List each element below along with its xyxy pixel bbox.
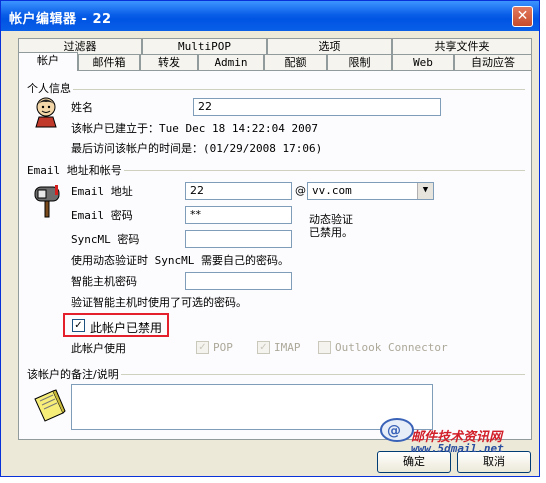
email-password-input[interactable]: ** — [185, 206, 292, 224]
smarthost-password-input[interactable] — [185, 272, 292, 290]
tab-options[interactable]: 选项 — [267, 38, 392, 55]
watermark-url: www.5dmail.net — [411, 442, 504, 455]
imap-label: IMAP — [274, 341, 301, 354]
mailbox-icon — [34, 185, 60, 218]
tab-quota[interactable]: 配额 — [264, 54, 327, 71]
tab-forwarding[interactable]: 转发 — [140, 54, 198, 71]
note-icon — [34, 389, 66, 422]
syncml-note: 使用动态验证时 SyncML 需要自己的密码。 — [71, 254, 289, 267]
usage-label: 此帐户使用 — [71, 342, 126, 355]
title-bar: 帐户编辑器 - 22 ✕ — [1, 1, 539, 31]
person-icon — [35, 97, 57, 128]
tab-mailbox[interactable]: 邮件箱 — [78, 54, 140, 71]
syncml-password-input[interactable] — [185, 230, 292, 248]
close-button[interactable]: ✕ — [512, 6, 533, 27]
personal-group-label: 个人信息 — [25, 80, 73, 96]
email-group-label: Email 地址和帐号 — [25, 162, 124, 178]
tab-shared-folders[interactable]: 共享文件夹 — [392, 38, 532, 55]
outlook-connector-checkbox[interactable] — [318, 341, 331, 354]
imap-checkbox[interactable]: ✓ — [257, 341, 270, 354]
name-input[interactable]: 22 — [193, 98, 441, 116]
at-sign: @ — [295, 184, 306, 197]
chevron-down-icon[interactable]: ▼ — [417, 183, 433, 199]
smarthost-password-label: 智能主机密码 — [71, 275, 137, 288]
svg-text:@: @ — [387, 423, 401, 439]
created-text: 该帐户已建立于：Tue Dec 18 14:22:04 2007 — [71, 122, 318, 135]
personal-group-separator — [25, 89, 525, 90]
tab-admin[interactable]: Admin — [198, 54, 264, 71]
domain-value: vv.com — [312, 184, 352, 197]
account-editor-window: 帐户编辑器 - 22 ✕ 过滤器 MultiPOP 选项 共享文件夹 帐户 邮件… — [0, 0, 540, 477]
pop-label: POP — [213, 341, 233, 354]
dynamic-auth-note: 动态验证 已禁用。 — [309, 213, 353, 239]
window-title: 帐户编辑器 - 22 — [9, 12, 112, 27]
watermark-logo-icon: @ — [380, 418, 414, 442]
smarthost-note: 验证智能主机时使用了可选的密码。 — [71, 296, 247, 309]
account-disabled-label: 此帐户已禁用 — [90, 321, 163, 335]
domain-select[interactable]: vv.com ▼ — [307, 182, 434, 200]
notes-group-label: 该帐户的备注/说明 — [25, 366, 121, 382]
name-label: 姓名 — [71, 101, 93, 114]
last-access-text: 最后访问该帐户的时间是：(01/29/2008 17:06) — [71, 142, 323, 155]
tab-multipop[interactable]: MultiPOP — [142, 38, 267, 55]
email-password-label: Email 密码 — [71, 209, 133, 222]
tab-account[interactable]: 帐户 — [18, 52, 78, 71]
email-address-input[interactable]: 22 — [185, 182, 292, 200]
tab-restrictions[interactable]: 限制 — [327, 54, 392, 71]
tab-web[interactable]: Web — [392, 54, 454, 71]
syncml-password-label: SyncML 密码 — [71, 233, 140, 246]
account-disabled-checkbox[interactable]: ✓ — [72, 319, 85, 332]
pop-checkbox[interactable]: ✓ — [196, 341, 209, 354]
tab-auto-responder[interactable]: 自动应答 — [454, 54, 532, 71]
account-tab-panel: 个人信息 姓名 22 该帐户已建立于：Tue Dec 18 14:22:04 2… — [18, 70, 532, 440]
email-address-label: Email 地址 — [71, 185, 133, 198]
outlook-connector-label: Outlook Connector — [335, 341, 448, 354]
